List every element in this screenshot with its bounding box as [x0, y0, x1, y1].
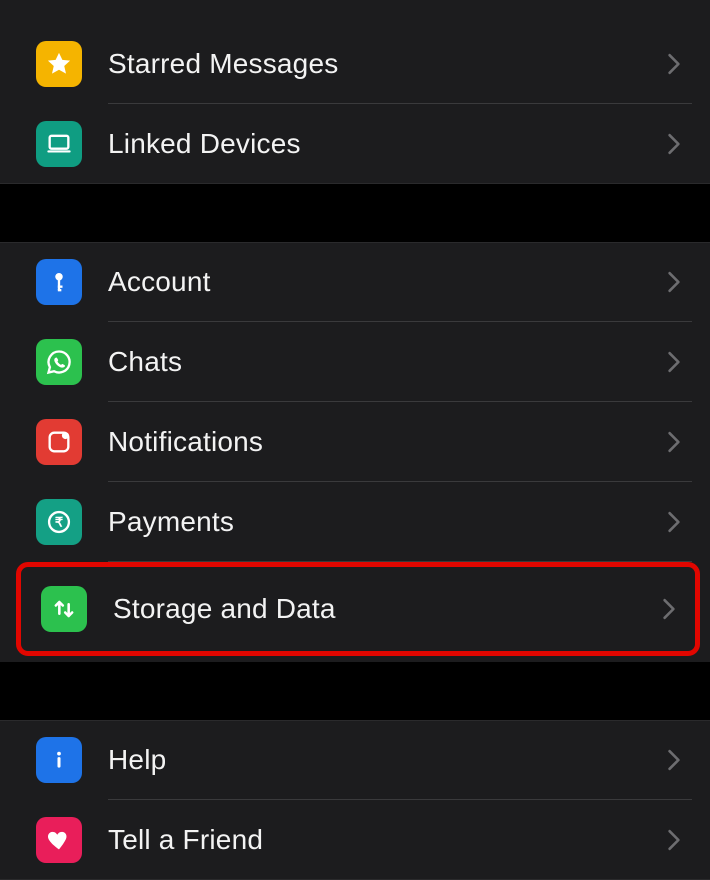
row-help[interactable]: Help: [0, 720, 710, 800]
chevron-right-icon: [666, 268, 682, 296]
star-icon: [36, 41, 82, 87]
chevron-right-icon: [666, 428, 682, 456]
chevron-right-icon: [666, 508, 682, 536]
chevron-right-icon: [666, 130, 682, 158]
chevron-right-icon: [666, 746, 682, 774]
key-icon: [36, 259, 82, 305]
info-icon: [36, 737, 82, 783]
highlight-storage-and-data: Storage and Data: [16, 562, 700, 656]
row-payments[interactable]: ₹ Payments: [0, 482, 710, 562]
row-storage-and-data[interactable]: Storage and Data: [21, 567, 695, 651]
row-notifications[interactable]: Notifications: [0, 402, 710, 482]
row-label: Help: [108, 744, 166, 776]
row-chats[interactable]: Chats: [0, 322, 710, 402]
svg-text:₹: ₹: [55, 515, 64, 530]
row-tell-a-friend[interactable]: Tell a Friend: [0, 800, 710, 880]
row-label: Payments: [108, 506, 234, 538]
row-label: Tell a Friend: [108, 824, 263, 856]
heart-icon: [36, 817, 82, 863]
row-label: Storage and Data: [113, 593, 336, 625]
whatsapp-icon: [36, 339, 82, 385]
row-label: Chats: [108, 346, 182, 378]
chevron-right-icon: [661, 595, 677, 623]
chevron-right-icon: [666, 826, 682, 854]
rupee-icon: ₹: [36, 499, 82, 545]
row-label: Starred Messages: [108, 48, 338, 80]
settings-section-3: Help Tell a Friend: [0, 720, 710, 880]
row-label: Notifications: [108, 426, 263, 458]
data-icon: [41, 586, 87, 632]
row-starred-messages[interactable]: Starred Messages: [0, 24, 710, 104]
row-label: Account: [108, 266, 211, 298]
settings-section-2: Account Chats Notifications ₹ Payments: [0, 242, 710, 662]
laptop-icon: [36, 121, 82, 167]
chevron-right-icon: [666, 348, 682, 376]
chevron-right-icon: [666, 50, 682, 78]
bell-icon: [36, 419, 82, 465]
row-account[interactable]: Account: [0, 242, 710, 322]
row-label: Linked Devices: [108, 128, 301, 160]
settings-section-1: Starred Messages Linked Devices: [0, 0, 710, 184]
row-linked-devices[interactable]: Linked Devices: [0, 104, 710, 184]
